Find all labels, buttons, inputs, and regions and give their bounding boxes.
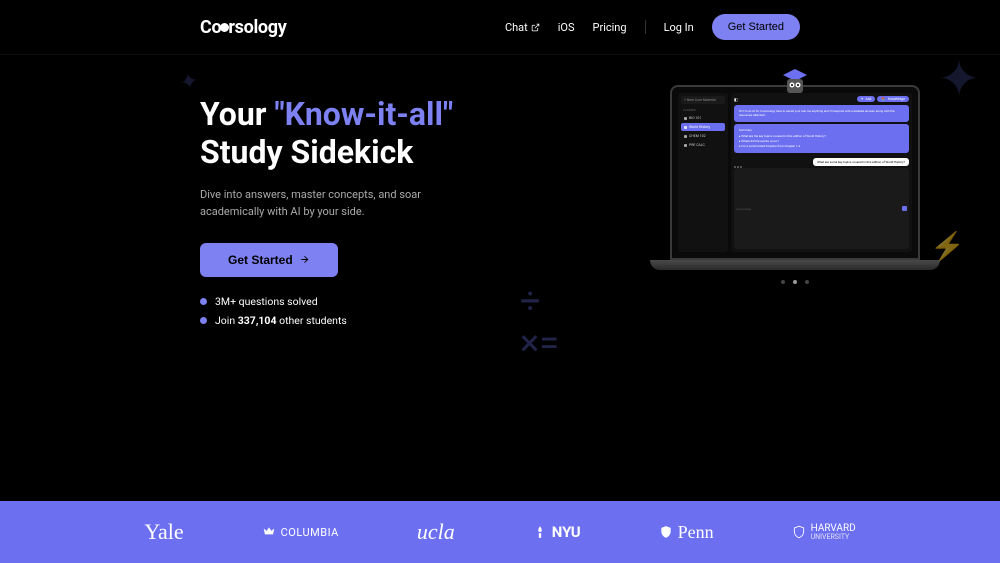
carousel-dot-active[interactable]: [793, 280, 797, 284]
laptop-mockup: + New Core Material CLASSES BIO 101 Worl…: [650, 85, 940, 270]
class-icon: [684, 144, 687, 147]
external-link-icon: [531, 23, 540, 32]
carousel-dot[interactable]: [805, 280, 809, 284]
hero-illustration: + New Core Material CLASSES BIO 101 Worl…: [650, 85, 940, 284]
class-icon: [684, 126, 687, 129]
message-input: Coursology: [734, 168, 909, 249]
uni-columbia: COLUMBIA: [262, 525, 339, 539]
class-icon: [684, 117, 687, 120]
carousel-dots: [650, 280, 940, 284]
laptop-screen: + New Core Material CLASSES BIO 101 Worl…: [670, 85, 920, 260]
uni-harvard: HARVARD UNIVERSITY: [792, 523, 856, 542]
ai-message: Hi! I'm an AI for Coursology here to ass…: [734, 105, 909, 122]
app-top-bar: ◧ ✦ Ask 📚 Knowledge: [734, 96, 909, 102]
nav-ios[interactable]: iOS: [558, 21, 575, 34]
nav-login[interactable]: Log In: [664, 21, 694, 34]
crown-icon: [262, 525, 276, 539]
uni-yale: Yale: [144, 519, 183, 545]
bullet-icon: [200, 298, 207, 305]
nav-chat[interactable]: Chat: [505, 21, 540, 34]
uni-nyu: NYU: [533, 523, 581, 541]
nav-pricing[interactable]: Pricing: [593, 21, 627, 34]
app-preview: + New Core Material CLASSES BIO 101 Worl…: [678, 93, 912, 252]
hero-subtext: Dive into answers, master concepts, and …: [200, 186, 460, 221]
sidebar-item: BIO 101: [681, 114, 725, 122]
new-material-button: + New Core Material: [681, 96, 725, 104]
shield-icon: [792, 525, 806, 539]
user-message: What are some key topics covered in this…: [813, 158, 909, 166]
sidebar-section-label: CLASSES: [683, 108, 725, 112]
ai-message: Summary ▸ What are the key topics covere…: [734, 124, 909, 153]
mascot-icon: [775, 61, 815, 101]
hero-section: Your "Know-it-all" Study Sidekick Dive i…: [0, 55, 1000, 353]
main-nav: Chat iOS Pricing Log In Get Started: [505, 14, 800, 40]
stat-questions: 3M+ questions solved: [200, 295, 540, 308]
logo-dot: [220, 23, 229, 32]
knowledge-pill: 📚 Knowledge: [877, 96, 909, 102]
sidebar-item-active: World History: [681, 123, 725, 131]
laptop-base: [650, 260, 940, 270]
nav-get-started-button[interactable]: Get Started: [712, 14, 800, 40]
app-main: ◧ ✦ Ask 📚 Knowledge Hi! I'm an AI for Co…: [731, 93, 912, 252]
logo[interactable]: Corsology: [200, 17, 287, 38]
sidebar-item: PRE CALC: [681, 141, 725, 149]
uni-ucla: ucla: [417, 519, 455, 545]
hero-headline: Your "Know-it-all" Study Sidekick: [200, 95, 540, 172]
class-icon: [684, 135, 687, 138]
hero-content: Your "Know-it-all" Study Sidekick Dive i…: [200, 95, 540, 333]
nav-divider: [645, 20, 646, 34]
torch-icon: [533, 525, 547, 539]
carousel-dot[interactable]: [781, 280, 785, 284]
stat-students: Join 337,104 other students: [200, 314, 540, 327]
shield-icon: [659, 525, 673, 539]
sidebar-item: CHEM 102: [681, 132, 725, 140]
universities-bar: Yale COLUMBIA ucla NYU Penn HARVARD UNIV…: [0, 501, 1000, 563]
ask-pill: ✦ Ask: [857, 96, 876, 102]
uni-penn: Penn: [659, 522, 714, 543]
hero-cta-button[interactable]: Get Started: [200, 243, 338, 277]
site-header: Corsology Chat iOS Pricing Log In Get St…: [0, 0, 1000, 55]
send-icon: [902, 206, 907, 211]
app-sidebar: + New Core Material CLASSES BIO 101 Worl…: [678, 93, 728, 252]
bullet-icon: [200, 317, 207, 324]
arrow-right-icon: [299, 254, 310, 265]
